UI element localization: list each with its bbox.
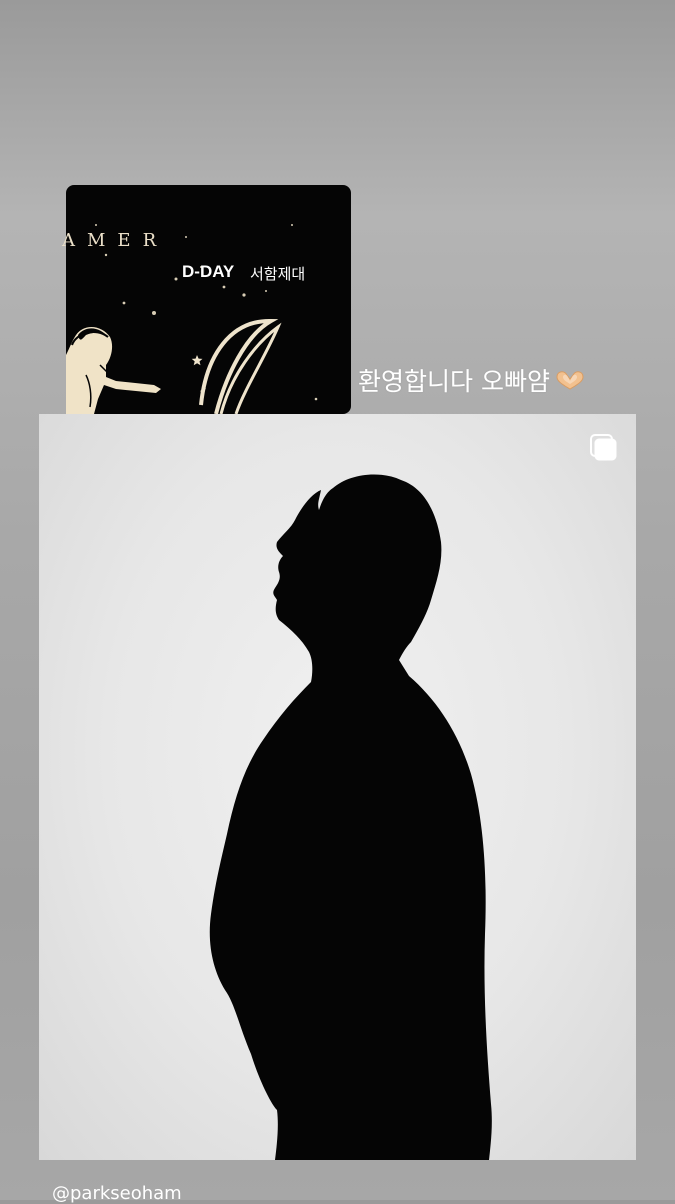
poster-dday-label: D-DAY [182,262,235,281]
heart-hands-emoji-icon [556,371,584,390]
caption-text: 환영합니다 오빠얌 [358,367,550,396]
silhouette-image [209,474,492,1160]
story-caption: 환영합니다 오빠얌 [358,362,586,398]
poster-korean-title: 서함제대 [250,265,306,283]
poster-word: AMER [62,230,169,251]
multiple-posts-icon [590,434,617,461]
poster-illustration [66,224,318,414]
mention-tag[interactable]: @parkseoham [52,1183,182,1204]
story-photo[interactable] [39,414,636,1160]
